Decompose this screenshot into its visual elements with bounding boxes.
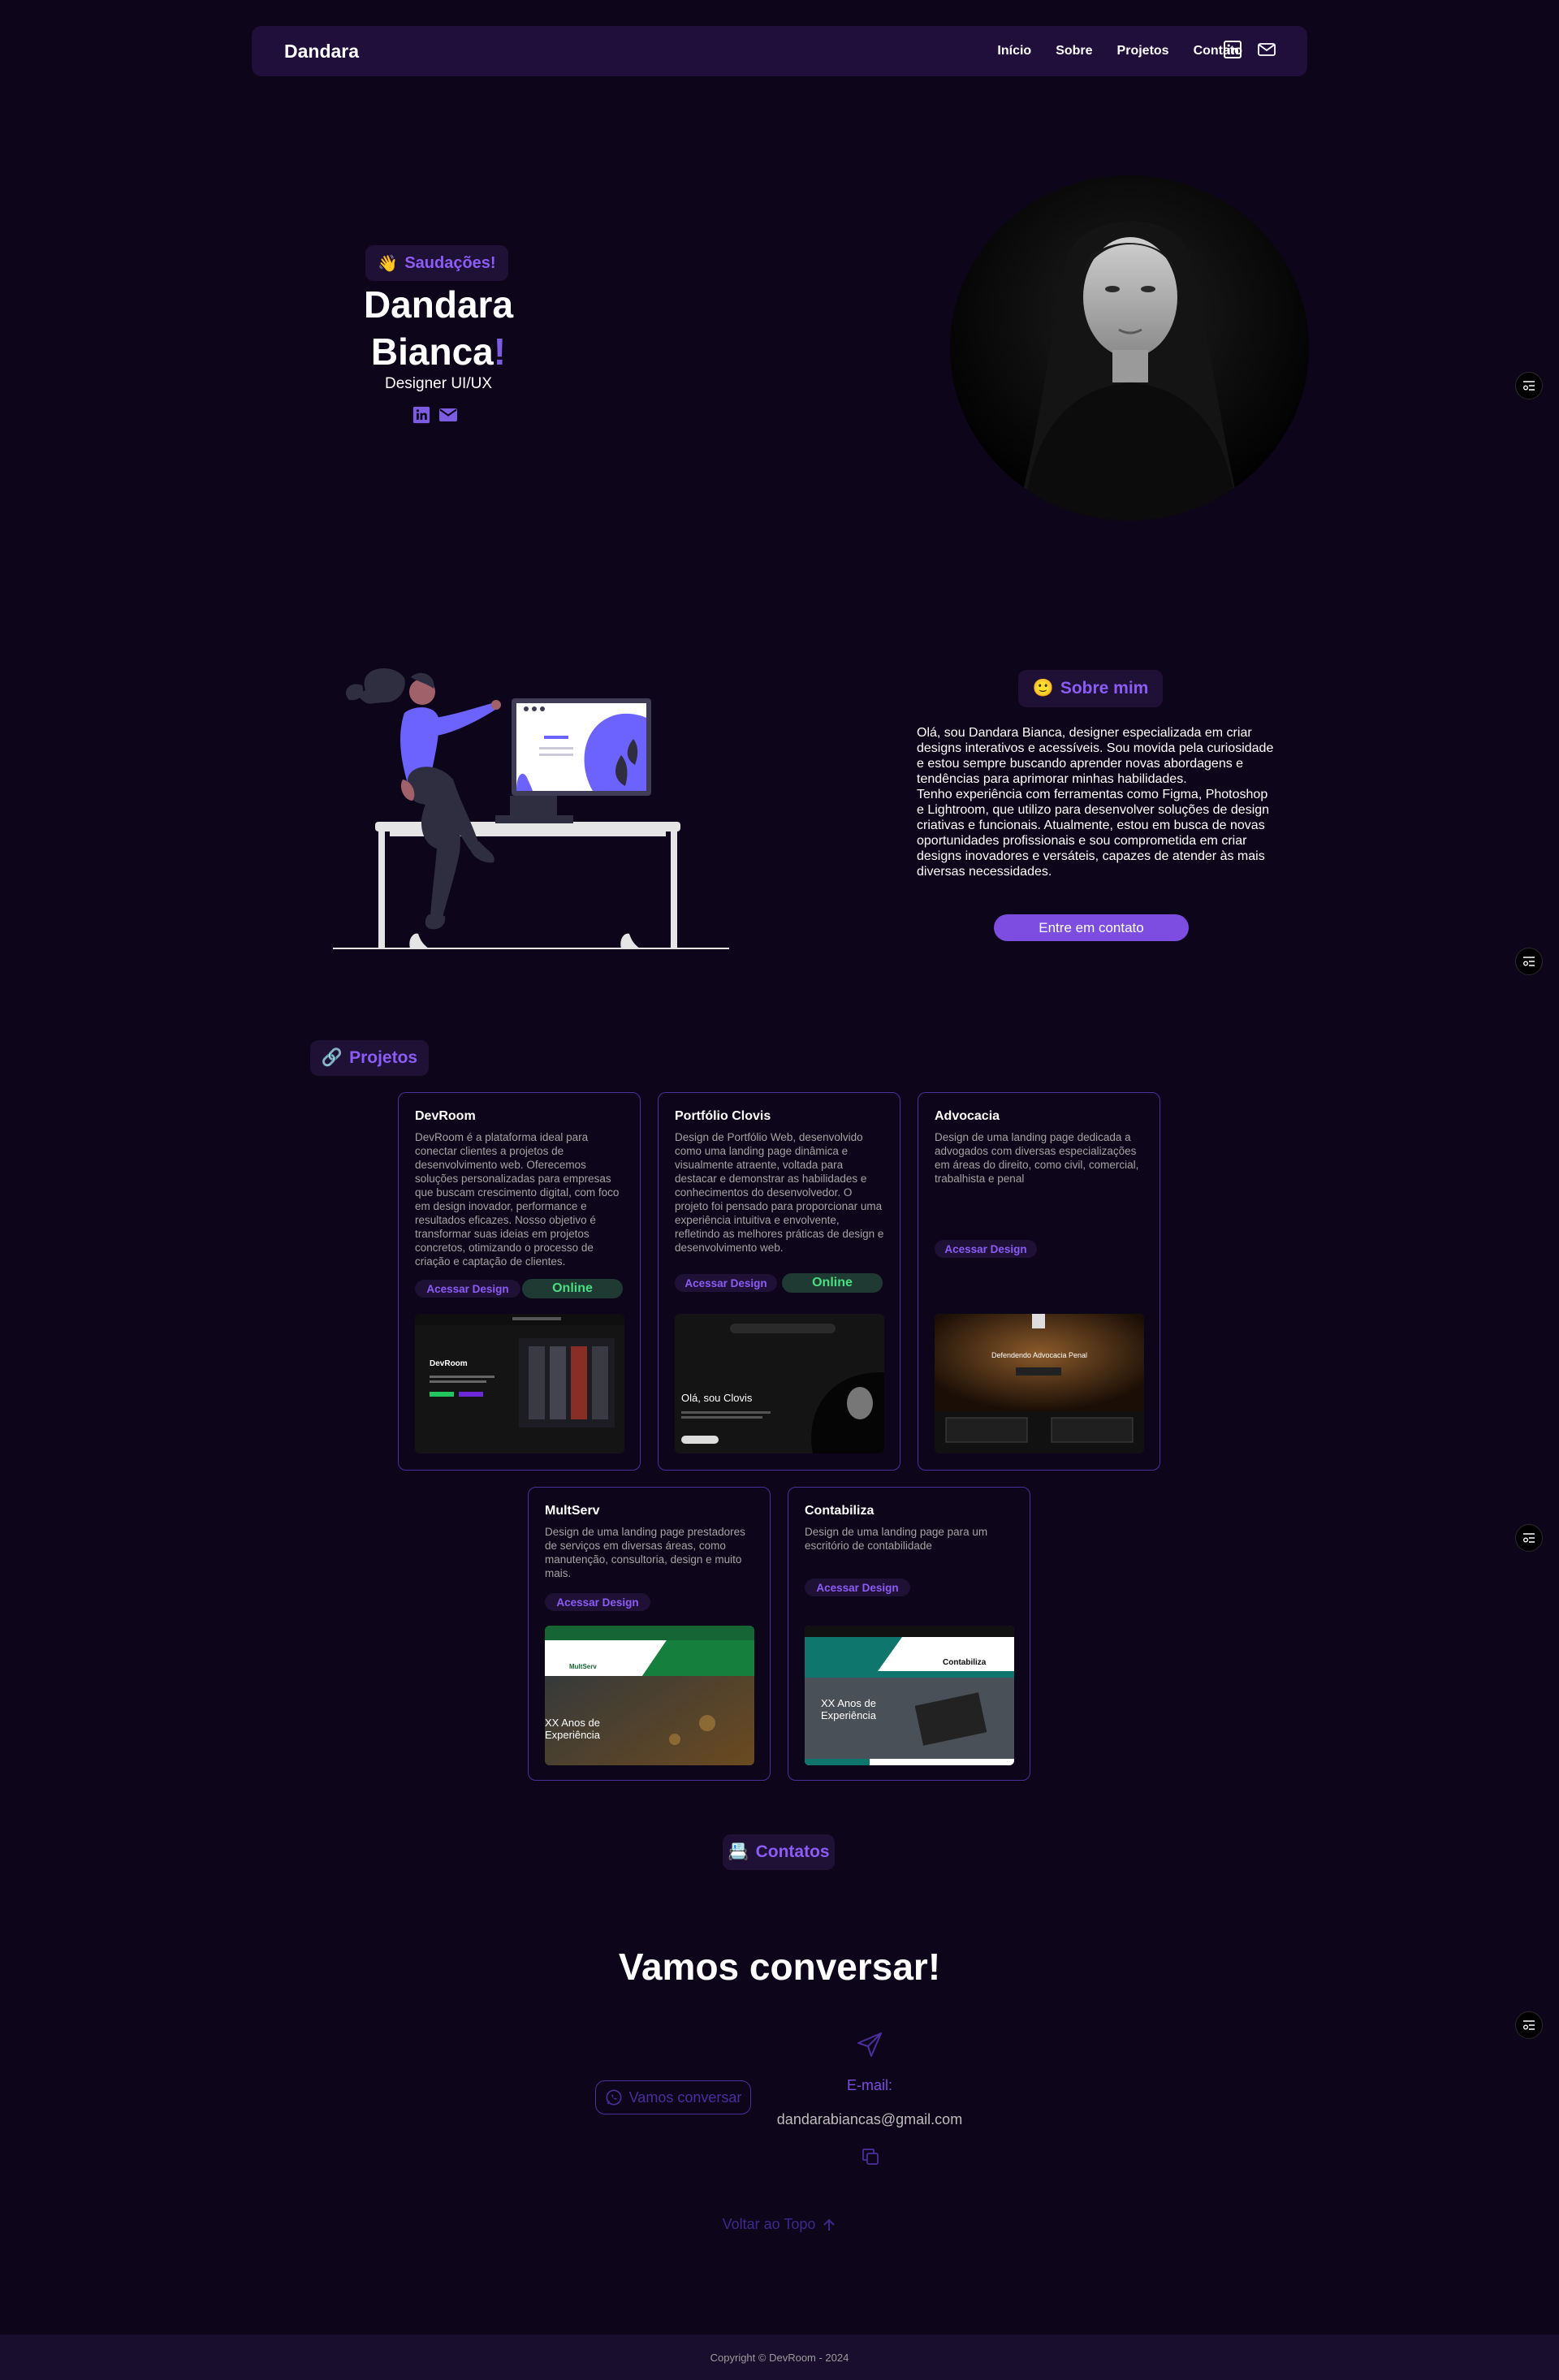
whatsapp-button[interactable]: Vamos conversar xyxy=(595,2080,751,2114)
screenshot-heading: XX Anos de Experiência xyxy=(545,1717,600,1741)
copyright-text: Copyright © DevRoom - 2024 xyxy=(710,2351,849,2364)
screenshot-heading: DevRoom xyxy=(430,1359,468,1368)
project-description: Design de uma landing page prestadores d… xyxy=(545,1526,745,1579)
desk-illustration xyxy=(333,668,729,949)
project-title: MultServ xyxy=(545,1504,600,1518)
nav-links: Início Sobre Projetos Contato xyxy=(997,44,1242,58)
greeting-badge: 👋 Saudações! xyxy=(365,245,508,281)
access-design-button[interactable]: Acessar Design xyxy=(545,1593,650,1611)
mail-icon[interactable] xyxy=(1257,40,1276,59)
about-paragraph-1: Olá, sou Dandara Bianca, designer especi… xyxy=(917,726,1274,786)
about-paragraph-2: Tenho experiência com ferramentas como F… xyxy=(917,788,1270,879)
contacts-badge: 📇 Contatos xyxy=(723,1834,835,1870)
contact-card-icon: 📇 xyxy=(728,1842,749,1861)
wave-icon: 👋 xyxy=(378,254,399,273)
screenshot-brand: MultServ xyxy=(569,1663,597,1670)
arrow-up-icon xyxy=(823,2218,836,2231)
footer: Copyright © DevRoom - 2024 xyxy=(0,2335,1559,2380)
about-text: Olá, sou Dandara Bianca, designer especi… xyxy=(917,725,1274,879)
access-design-button[interactable]: Acessar Design xyxy=(675,1274,777,1292)
list-settings-icon[interactable] xyxy=(1515,948,1543,975)
navbar: Dandara Início Sobre Projetos Contato xyxy=(252,26,1307,76)
nav-link-inicio[interactable]: Início xyxy=(997,44,1031,58)
project-title: Advocacia xyxy=(935,1109,1000,1123)
project-card-contabiliza: Contabiliza Design de uma landing page p… xyxy=(788,1487,1030,1781)
email-address[interactable]: dandarabiancas@gmail.com xyxy=(747,2111,992,2128)
contact-cta-button[interactable]: Entre em contato xyxy=(994,914,1189,941)
project-screenshot: DevRoom xyxy=(415,1314,624,1453)
screenshot-heading: Olá, sou Clovis xyxy=(681,1392,753,1404)
projects-badge: 🔗 Projetos xyxy=(310,1040,429,1076)
project-description: Design de uma landing page para um escri… xyxy=(805,1526,988,1552)
link-icon: 🔗 xyxy=(321,1048,343,1067)
profile-photo xyxy=(950,175,1309,520)
list-settings-icon[interactable] xyxy=(1515,2011,1543,2039)
projects-badge-label: Projetos xyxy=(349,1048,418,1067)
project-screenshot: MultServ XX Anos de Experiência xyxy=(545,1626,754,1765)
hero-last-name: Bianca xyxy=(370,330,494,373)
online-button[interactable]: Online xyxy=(782,1273,883,1293)
send-icon xyxy=(857,2032,882,2057)
linkedin-icon[interactable] xyxy=(1223,40,1242,59)
nav-link-sobre[interactable]: Sobre xyxy=(1056,44,1092,58)
online-button[interactable]: Online xyxy=(522,1279,623,1298)
project-screenshot: Contabiliza XX Anos de Experiência xyxy=(805,1626,1014,1765)
contact-title: Vamos conversar! xyxy=(618,1946,941,1988)
about-badge-label: Sobre mim xyxy=(1060,679,1149,698)
hero-role: Designer UI/UX xyxy=(385,375,492,392)
project-title: Contabiliza xyxy=(805,1504,875,1518)
back-to-top-label: Voltar ao Topo xyxy=(722,2216,816,2232)
project-card-advocacia: Advocacia Design de uma landing page ded… xyxy=(918,1092,1160,1471)
project-description: Design de Portfólio Web, desenvolvido co… xyxy=(675,1131,884,1254)
list-settings-icon[interactable] xyxy=(1515,372,1543,400)
whatsapp-icon xyxy=(606,2089,622,2106)
nav-link-projetos[interactable]: Projetos xyxy=(1117,44,1169,58)
project-title: Portfólio Clovis xyxy=(675,1109,771,1123)
brand-logo[interactable]: Dandara xyxy=(284,41,359,63)
project-card-portfolio-clovis: Portfólio Clovis Design de Portfólio Web… xyxy=(658,1092,900,1471)
smile-icon: 🙂 xyxy=(1032,679,1054,698)
copy-icon[interactable] xyxy=(861,2147,880,2166)
hero-accent: ! xyxy=(493,330,507,373)
whatsapp-label: Vamos conversar xyxy=(628,2088,742,2106)
project-title: DevRoom xyxy=(415,1109,476,1123)
email-label: E-mail: xyxy=(846,2077,892,2093)
linkedin-icon[interactable] xyxy=(412,406,430,424)
greeting-text: Saudações! xyxy=(404,253,496,272)
project-screenshot: Defendendo Advocacia Penal xyxy=(935,1314,1144,1453)
back-to-top-link[interactable]: Voltar ao Topo xyxy=(715,2216,844,2233)
access-design-button[interactable]: Acessar Design xyxy=(805,1579,910,1596)
hero-name: Dandara Bianca! xyxy=(341,281,536,375)
screenshot-brand: Contabiliza xyxy=(943,1658,987,1667)
list-settings-icon[interactable] xyxy=(1515,1524,1543,1552)
contacts-badge-label: Contatos xyxy=(755,1842,830,1861)
mail-icon[interactable] xyxy=(438,406,458,424)
access-design-button[interactable]: Acessar Design xyxy=(935,1240,1037,1258)
hero-socials xyxy=(412,406,458,424)
about-badge: 🙂 Sobre mim xyxy=(1018,670,1163,707)
access-design-button[interactable]: Acessar Design xyxy=(415,1280,520,1298)
project-description: Design de uma landing page dedicada a ad… xyxy=(935,1131,1139,1185)
hero-first-name: Dandara xyxy=(363,283,514,326)
project-card-multserv: MultServ Design de uma landing page pres… xyxy=(528,1487,771,1781)
project-card-devroom: DevRoom DevRoom é a plataforma ideal par… xyxy=(398,1092,641,1471)
screenshot-heading: XX Anos de Experiência xyxy=(821,1697,876,1721)
screenshot-heading: Defendendo Advocacia Penal xyxy=(991,1351,1088,1359)
project-description: DevRoom é a plataforma ideal para conect… xyxy=(415,1131,620,1268)
nav-social xyxy=(1223,40,1276,59)
project-screenshot: Olá, sou Clovis xyxy=(675,1314,884,1453)
